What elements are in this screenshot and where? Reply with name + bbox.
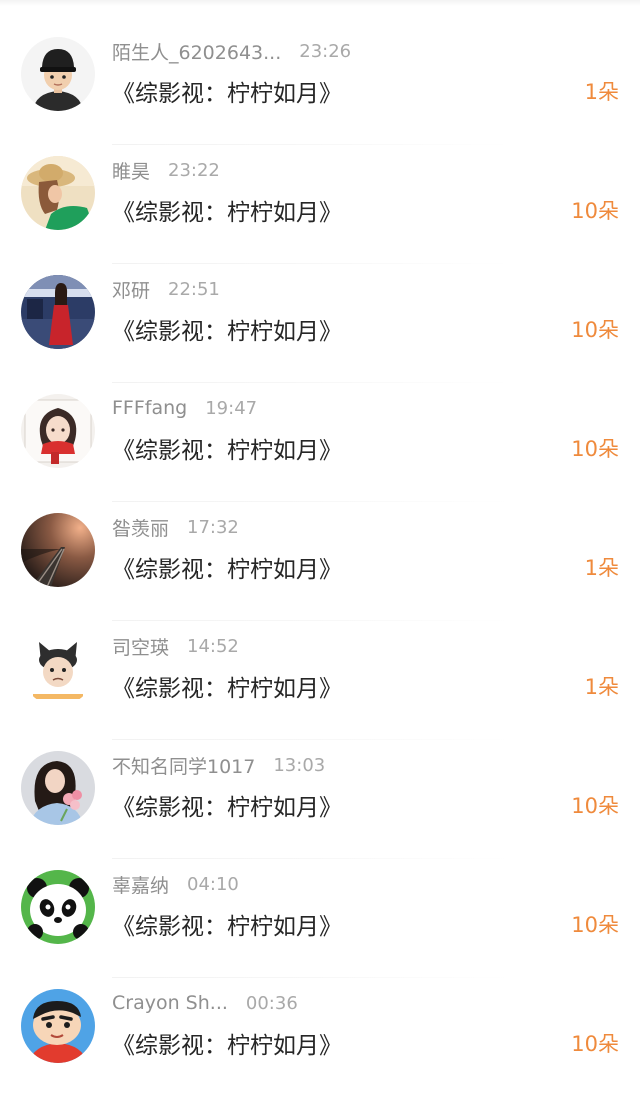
girl-straw-hat-avatar-icon[interactable]: [21, 156, 95, 230]
list-item[interactable]: Crayon Sh... 00:36 《综影视：柠柠如月》 10朵: [0, 978, 640, 1097]
book-title: 《综影视：柠柠如月》: [112, 795, 342, 821]
book-title: 《综影视：柠柠如月》: [112, 676, 342, 702]
book-title: 《综影视：柠柠如月》: [112, 319, 342, 345]
girl-flowers-avatar-icon[interactable]: [21, 751, 95, 825]
user-name[interactable]: 睢昊: [112, 157, 150, 184]
list-item[interactable]: 邓研 22:51 《综影视：柠柠如月》 10朵: [0, 264, 640, 383]
panda-avatar-icon[interactable]: [21, 870, 95, 944]
book-title: 《综影视：柠柠如月》: [112, 81, 342, 107]
gift-count: 10朵: [571, 199, 619, 223]
timestamp: 23:26: [299, 40, 352, 62]
gift-count: 1朵: [584, 675, 619, 699]
railway-sunset-avatar-icon[interactable]: [21, 513, 95, 587]
gift-count: 10朵: [571, 913, 619, 937]
user-name[interactable]: FFFfang: [112, 397, 187, 419]
gift-count: 1朵: [584, 80, 619, 104]
book-title: 《综影视：柠柠如月》: [112, 438, 342, 464]
timestamp: 19:47: [205, 397, 258, 419]
timestamp: 13:03: [273, 754, 326, 776]
cartoon-cat-hat-avatar-icon[interactable]: [21, 632, 95, 706]
book-title: 《综影视：柠柠如月》: [112, 914, 342, 940]
user-name[interactable]: 司空瑛: [112, 633, 169, 660]
item-meta: 昝羡丽 17:32: [112, 514, 239, 540]
item-meta: 司空瑛 14:52: [112, 633, 239, 659]
user-name[interactable]: 邓研: [112, 276, 150, 303]
item-meta: 辜嘉纳 04:10: [112, 871, 239, 897]
item-meta: 邓研 22:51: [112, 276, 220, 302]
timestamp: 17:32: [187, 516, 239, 538]
gift-count: 1朵: [584, 556, 619, 580]
list-item[interactable]: 辜嘉纳 04:10 《综影视：柠柠如月》 10朵: [0, 859, 640, 978]
cartoon-girl-red-scarf-avatar-icon[interactable]: [21, 394, 95, 468]
timestamp: 04:10: [187, 873, 239, 895]
boy-black-cap-avatar-icon[interactable]: [21, 37, 95, 111]
gift-count: 10朵: [571, 318, 619, 342]
gift-count: 10朵: [571, 794, 619, 818]
book-title: 《综影视：柠柠如月》: [112, 1033, 342, 1059]
book-title: 《综影视：柠柠如月》: [112, 557, 342, 583]
gift-count: 10朵: [571, 1032, 619, 1056]
user-name[interactable]: 昝羡丽: [112, 514, 169, 541]
timestamp: 00:36: [245, 992, 298, 1014]
list-item[interactable]: 睢昊 23:22 《综影视：柠柠如月》 10朵: [0, 145, 640, 264]
item-meta: 睢昊 23:22: [112, 157, 220, 183]
user-name[interactable]: 不知名同学1017: [112, 752, 255, 779]
list-item[interactable]: 司空瑛 14:52 《综影视：柠柠如月》 1朵: [0, 621, 640, 740]
woman-red-dress-avatar-icon[interactable]: [21, 275, 95, 349]
list-item[interactable]: 不知名同学1017 13:03 《综影视：柠柠如月》 10朵: [0, 740, 640, 859]
user-name[interactable]: 辜嘉纳: [112, 871, 169, 898]
user-name[interactable]: 陌生人_6202643...: [112, 38, 281, 65]
list-item[interactable]: FFFfang 19:47 《综影视：柠柠如月》 10朵: [0, 383, 640, 502]
item-meta: Crayon Sh... 00:36: [112, 990, 298, 1016]
timestamp: 22:51: [168, 278, 220, 300]
item-meta: 不知名同学1017 13:03: [112, 752, 325, 778]
list-item[interactable]: 昝羡丽 17:32 《综影视：柠柠如月》 1朵: [0, 502, 640, 621]
book-title: 《综影视：柠柠如月》: [112, 200, 342, 226]
item-meta: 陌生人_6202643... 23:26: [112, 38, 351, 64]
timestamp: 14:52: [187, 635, 239, 657]
timestamp: 23:22: [168, 159, 220, 181]
list-item[interactable]: 陌生人_6202643... 23:26 《综影视：柠柠如月》 1朵: [0, 26, 640, 145]
crayon-shinchan-avatar-icon[interactable]: [21, 989, 95, 1063]
user-name[interactable]: Crayon Sh...: [112, 992, 228, 1014]
item-meta: FFFfang 19:47: [112, 395, 257, 421]
gift-count: 10朵: [571, 437, 619, 461]
top-edge-shadow: [0, 0, 640, 6]
